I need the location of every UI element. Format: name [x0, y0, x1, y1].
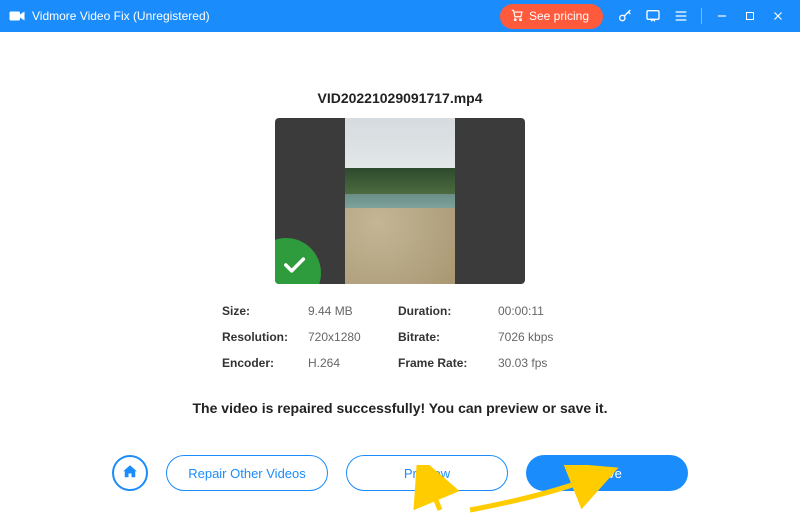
titlebar-separator — [701, 8, 702, 24]
preview-button[interactable]: Preview — [346, 455, 508, 491]
resolution-label: Resolution: — [222, 330, 298, 344]
size-label: Size: — [222, 304, 298, 318]
repair-other-videos-button[interactable]: Repair Other Videos — [166, 455, 328, 491]
title-bar: Vidmore Video Fix (Unregistered) See pri… — [0, 0, 800, 32]
minimize-button[interactable] — [708, 2, 736, 30]
key-icon[interactable] — [611, 2, 639, 30]
bitrate-label: Bitrate: — [398, 330, 488, 344]
status-message: The video is repaired successfully! You … — [193, 400, 608, 416]
encoder-label: Encoder: — [222, 356, 298, 370]
success-check-icon — [275, 238, 321, 284]
action-button-row: Repair Other Videos Preview Save — [0, 455, 800, 491]
framerate-value: 30.03 fps — [498, 356, 578, 370]
feedback-icon[interactable] — [639, 2, 667, 30]
duration-label: Duration: — [398, 304, 488, 318]
file-name: VID20221029091717.mp4 — [317, 90, 482, 106]
thumbnail-image — [345, 118, 455, 284]
resolution-value: 720x1280 — [308, 330, 388, 344]
close-button[interactable] — [764, 2, 792, 30]
framerate-label: Frame Rate: — [398, 356, 488, 370]
video-metadata: Size: 9.44 MB Duration: 00:00:11 Resolut… — [222, 304, 578, 370]
size-value: 9.44 MB — [308, 304, 388, 318]
save-button[interactable]: Save — [526, 455, 688, 491]
main-content: VID20221029091717.mp4 Size: 9.44 MB Dura… — [0, 32, 800, 521]
maximize-button[interactable] — [736, 2, 764, 30]
see-pricing-button[interactable]: See pricing — [500, 4, 603, 29]
menu-icon[interactable] — [667, 2, 695, 30]
home-button[interactable] — [112, 455, 148, 491]
bitrate-value: 7026 kbps — [498, 330, 578, 344]
cart-icon — [510, 8, 524, 25]
duration-value: 00:00:11 — [498, 304, 578, 318]
app-logo-icon — [8, 7, 26, 25]
video-thumbnail — [275, 118, 525, 284]
window-title: Vidmore Video Fix (Unregistered) — [32, 9, 210, 23]
encoder-value: H.264 — [308, 356, 388, 370]
home-icon — [121, 463, 139, 484]
